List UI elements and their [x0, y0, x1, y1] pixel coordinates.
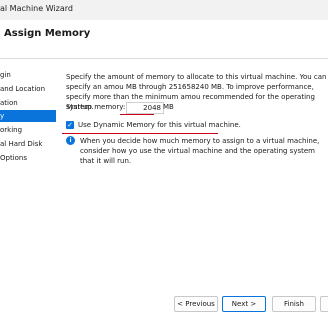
sidebar-item-name-and-location[interactable]: and Location	[0, 83, 56, 95]
next-button[interactable]: Next >	[222, 296, 266, 312]
sidebar-item-virtual-hard-disk[interactable]: al Hard Disk	[0, 138, 56, 150]
window-title: al Machine Wizard	[0, 4, 73, 13]
info-icon: i	[66, 136, 75, 145]
sidebar-item-label: Options	[0, 154, 28, 162]
dynamic-memory-row[interactable]: ✓ Use Dynamic Memory for this virtual ma…	[66, 120, 328, 132]
sidebar-item-begin[interactable]: gin	[0, 69, 56, 81]
sidebar-item-label: ation	[0, 99, 18, 107]
main-content: Specify the amount of memory to allocate…	[56, 59, 328, 290]
finish-button[interactable]: Finish	[272, 296, 316, 312]
cancel-button-partial[interactable]	[320, 296, 328, 312]
info-text: When you decide how much memory to assig…	[80, 137, 320, 165]
wizard-steps-sidebar: gin and Location ation y orking al Hard …	[0, 59, 56, 290]
page-header: Assign Memory	[0, 20, 328, 59]
startup-memory-label: Startup memory:	[66, 103, 126, 111]
startup-memory-input[interactable]: 2048	[126, 102, 164, 114]
annotation-underline-startup	[120, 114, 154, 116]
sidebar-item-installation-options[interactable]: Options	[0, 152, 56, 164]
sidebar-item-label: and Location	[0, 85, 46, 93]
sidebar-item-networking[interactable]: orking	[0, 124, 56, 136]
dynamic-memory-checkbox[interactable]: ✓	[66, 121, 74, 129]
sidebar-item-label: orking	[0, 126, 23, 134]
dynamic-memory-label[interactable]: Use Dynamic Memory for this virtual mach…	[78, 121, 241, 129]
startup-memory-row: Startup memory: 2048 MB	[66, 102, 328, 114]
startup-memory-unit: MB	[163, 103, 174, 111]
sidebar-item-label: y	[0, 112, 5, 120]
sidebar-item-generation[interactable]: ation	[0, 97, 56, 109]
page-title: Assign Memory	[4, 28, 91, 39]
sidebar-item-label: gin	[0, 71, 11, 79]
annotation-underline-dynamic	[62, 133, 218, 135]
title-bar: al Machine Wizard	[0, 0, 328, 20]
previous-button[interactable]: < Previous	[174, 296, 218, 312]
sidebar-item-label: al Hard Disk	[0, 140, 43, 148]
wizard-footer: < Previous Next > Finish	[0, 290, 328, 320]
sidebar-item-memory[interactable]: y	[0, 110, 56, 122]
